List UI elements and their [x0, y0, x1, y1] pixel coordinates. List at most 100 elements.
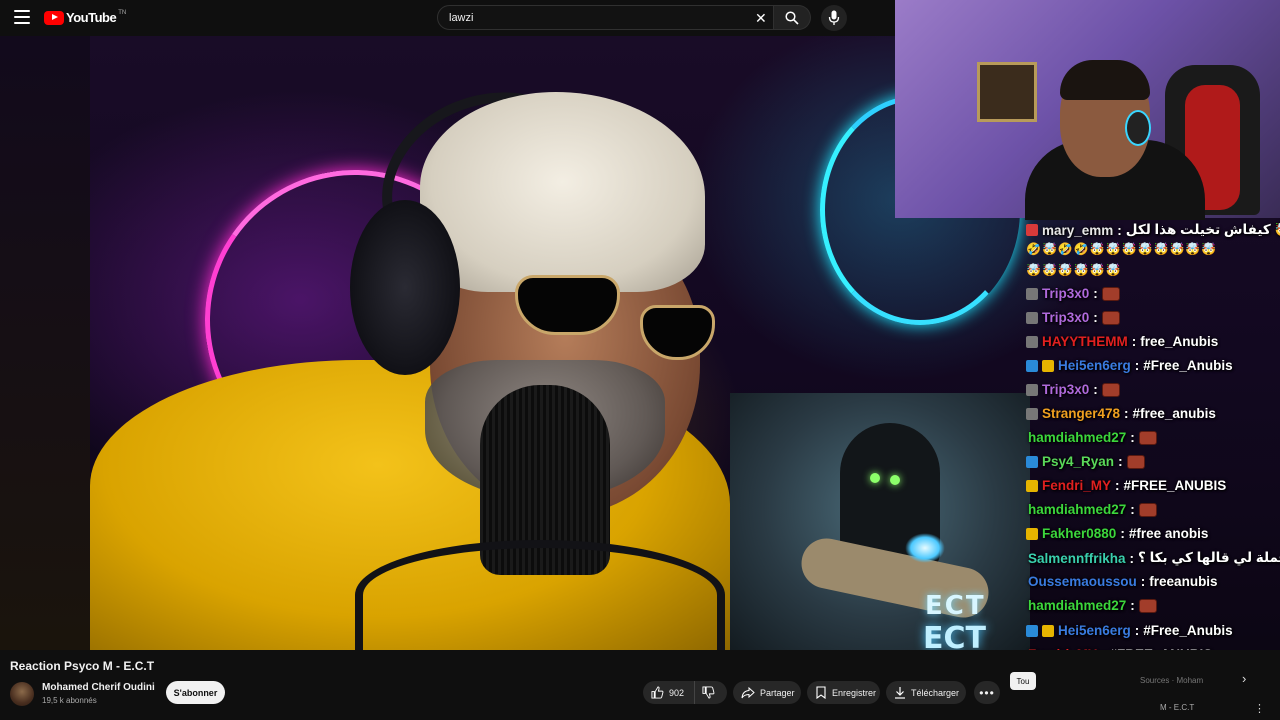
chat-separator: : [1115, 478, 1120, 493]
chat-username[interactable]: Trip3x0 [1042, 310, 1089, 325]
download-icon [895, 687, 905, 699]
chat-message: Hei5en6erg: #Free_Anubis [1026, 623, 1233, 638]
chat-badge-icon [1026, 527, 1038, 540]
chat-username[interactable]: Fendri_MY [1042, 478, 1111, 493]
chat-message: hamdiahmed27: [1028, 502, 1157, 517]
chat-text: كيفاش تخيلت هذا لكل 🤯🤣 [1125, 222, 1280, 237]
chat-emote-icon [1138, 598, 1157, 613]
search-icon [785, 11, 799, 25]
search-query: lawzi [449, 12, 474, 24]
chat-username[interactable]: hamdiahmed27 [1028, 598, 1126, 613]
chat-username[interactable]: hamdiahmed27 [1028, 502, 1126, 517]
chat-emote-icon [1101, 382, 1120, 397]
chat-message: mary_emm:كيفاش تخيلت هذا لكل 🤯🤣 [1026, 222, 1280, 238]
like-button[interactable]: 902 [643, 681, 695, 704]
bookmark-icon [816, 686, 826, 699]
related-video-title[interactable]: M - E.C.T [1160, 703, 1194, 712]
glowing-eye [870, 473, 880, 483]
chat-separator: : [1130, 598, 1135, 613]
chat-badge-icon [1026, 335, 1038, 348]
chat-username[interactable]: Hei5en6erg [1058, 358, 1131, 373]
chat-message: Stranger478: #free_anubis [1026, 406, 1216, 421]
person-beanie [420, 92, 705, 292]
chat-message: hamdiahmed27: [1028, 598, 1157, 613]
chat-emote-icon [1101, 310, 1120, 325]
crown-badge-icon [1042, 624, 1054, 637]
chat-username[interactable]: Salmennffrikha [1028, 551, 1126, 566]
streamer-hair [1060, 60, 1150, 100]
chat-username[interactable]: hamdiahmed27 [1028, 430, 1126, 445]
chat-separator: : [1129, 550, 1135, 566]
masthead: YouTube TN lawzi ✕ [0, 0, 895, 36]
chat-username[interactable]: Hei5en6erg [1058, 623, 1131, 638]
chat-message: hamdiahmed27: [1028, 430, 1157, 445]
album-art-title: ECT [925, 591, 986, 621]
album-art-title-large: ECT [923, 621, 986, 650]
album-art: ECT ECT [730, 393, 1030, 650]
chat-message: HAYYTHEMM: free_Anubis [1026, 334, 1218, 349]
like-dislike-group: 902 [643, 681, 727, 704]
stream-chat-overlay: mary_emm:كيفاش تخيلت هذا لكل 🤯🤣Trip3x0:T… [1022, 218, 1280, 720]
thumbs-down-icon [702, 686, 715, 699]
chat-separator: : [1140, 574, 1146, 589]
chat-text: #FREE_ANUBIS [1123, 478, 1227, 493]
channel-avatar[interactable] [10, 682, 34, 706]
chat-username[interactable]: mary_emm [1042, 223, 1113, 238]
chat-emote-icon [1138, 430, 1157, 445]
youtube-play-icon [44, 10, 64, 25]
chat-username[interactable]: Oussemaoussou [1028, 574, 1137, 589]
like-count: 902 [669, 687, 685, 698]
chat-emoji-continuation: 🤯🤯🤯🤯🤯🤯 [1026, 263, 1122, 277]
channel-name[interactable]: Mohamed Cherif Oudini [42, 682, 155, 693]
chat-text: شنية الجملة لي قالها كي بكا ؟ [1138, 550, 1280, 565]
chat-message: Trip3x0: [1026, 382, 1120, 397]
chat-message: Fendri_MY:#FREE_ANUBIS [1026, 478, 1226, 493]
chat-message: Trip3x0: [1026, 286, 1120, 301]
chat-username[interactable]: Trip3x0 [1042, 382, 1089, 397]
chat-badge-icon [1026, 359, 1038, 372]
search-button[interactable] [774, 5, 811, 30]
close-icon[interactable]: ✕ [755, 10, 767, 27]
wall-poster [977, 62, 1037, 122]
chat-badge-icon [1026, 455, 1038, 468]
share-button[interactable]: Partager [733, 681, 801, 704]
share-icon [741, 686, 755, 698]
hamburger-menu-icon[interactable] [14, 10, 30, 24]
chat-text: #Free_Anubis [1143, 358, 1233, 373]
headphone-earcup [350, 200, 460, 375]
chat-message: Psy4_Ryan: [1026, 454, 1145, 469]
chat-username[interactable]: Fakher0880 [1042, 526, 1116, 541]
chat-text: free_Anubis [1140, 334, 1219, 349]
youtube-logo[interactable]: YouTube TN [44, 10, 126, 25]
chat-separator: : [1130, 502, 1135, 517]
dislike-button[interactable] [695, 681, 727, 704]
chat-separator: : [1117, 222, 1122, 238]
subscribe-button[interactable]: S'abonner [166, 681, 225, 704]
share-label: Partager [760, 687, 795, 698]
save-label: Enregistrer [832, 687, 877, 698]
glowing-eye [890, 475, 900, 485]
download-button[interactable]: Télécharger [886, 681, 966, 704]
chat-separator: : [1093, 310, 1098, 325]
chat-username[interactable]: HAYYTHEMM [1042, 334, 1128, 349]
chevron-right-icon[interactable]: › [1242, 671, 1246, 686]
vertical-dots-icon[interactable]: ⋮ [1254, 702, 1265, 715]
chat-badge-icon [1026, 287, 1038, 300]
chat-separator: : [1131, 334, 1137, 349]
chat-username[interactable]: Trip3x0 [1042, 286, 1089, 301]
chip-all[interactable]: Tou [1010, 672, 1036, 690]
chat-text: #free anobis [1128, 526, 1209, 541]
thumbs-up-icon [651, 686, 664, 699]
chat-badge-icon [1026, 407, 1038, 420]
voice-search-button[interactable] [821, 5, 847, 31]
search-input[interactable]: lawzi ✕ [437, 5, 774, 30]
chat-message: Fakher0880: #free anobis [1026, 526, 1208, 541]
chat-separator: : [1093, 382, 1098, 397]
more-actions-button[interactable]: ••• [974, 681, 1000, 704]
chat-username[interactable]: Psy4_Ryan [1042, 454, 1114, 469]
save-button[interactable]: Enregistrer [807, 681, 880, 704]
chat-badge-icon [1026, 224, 1038, 236]
chat-message: Hei5en6erg: #Free_Anubis [1026, 358, 1233, 373]
chat-badge-icon [1026, 479, 1038, 492]
chat-username[interactable]: Stranger478 [1042, 406, 1120, 421]
